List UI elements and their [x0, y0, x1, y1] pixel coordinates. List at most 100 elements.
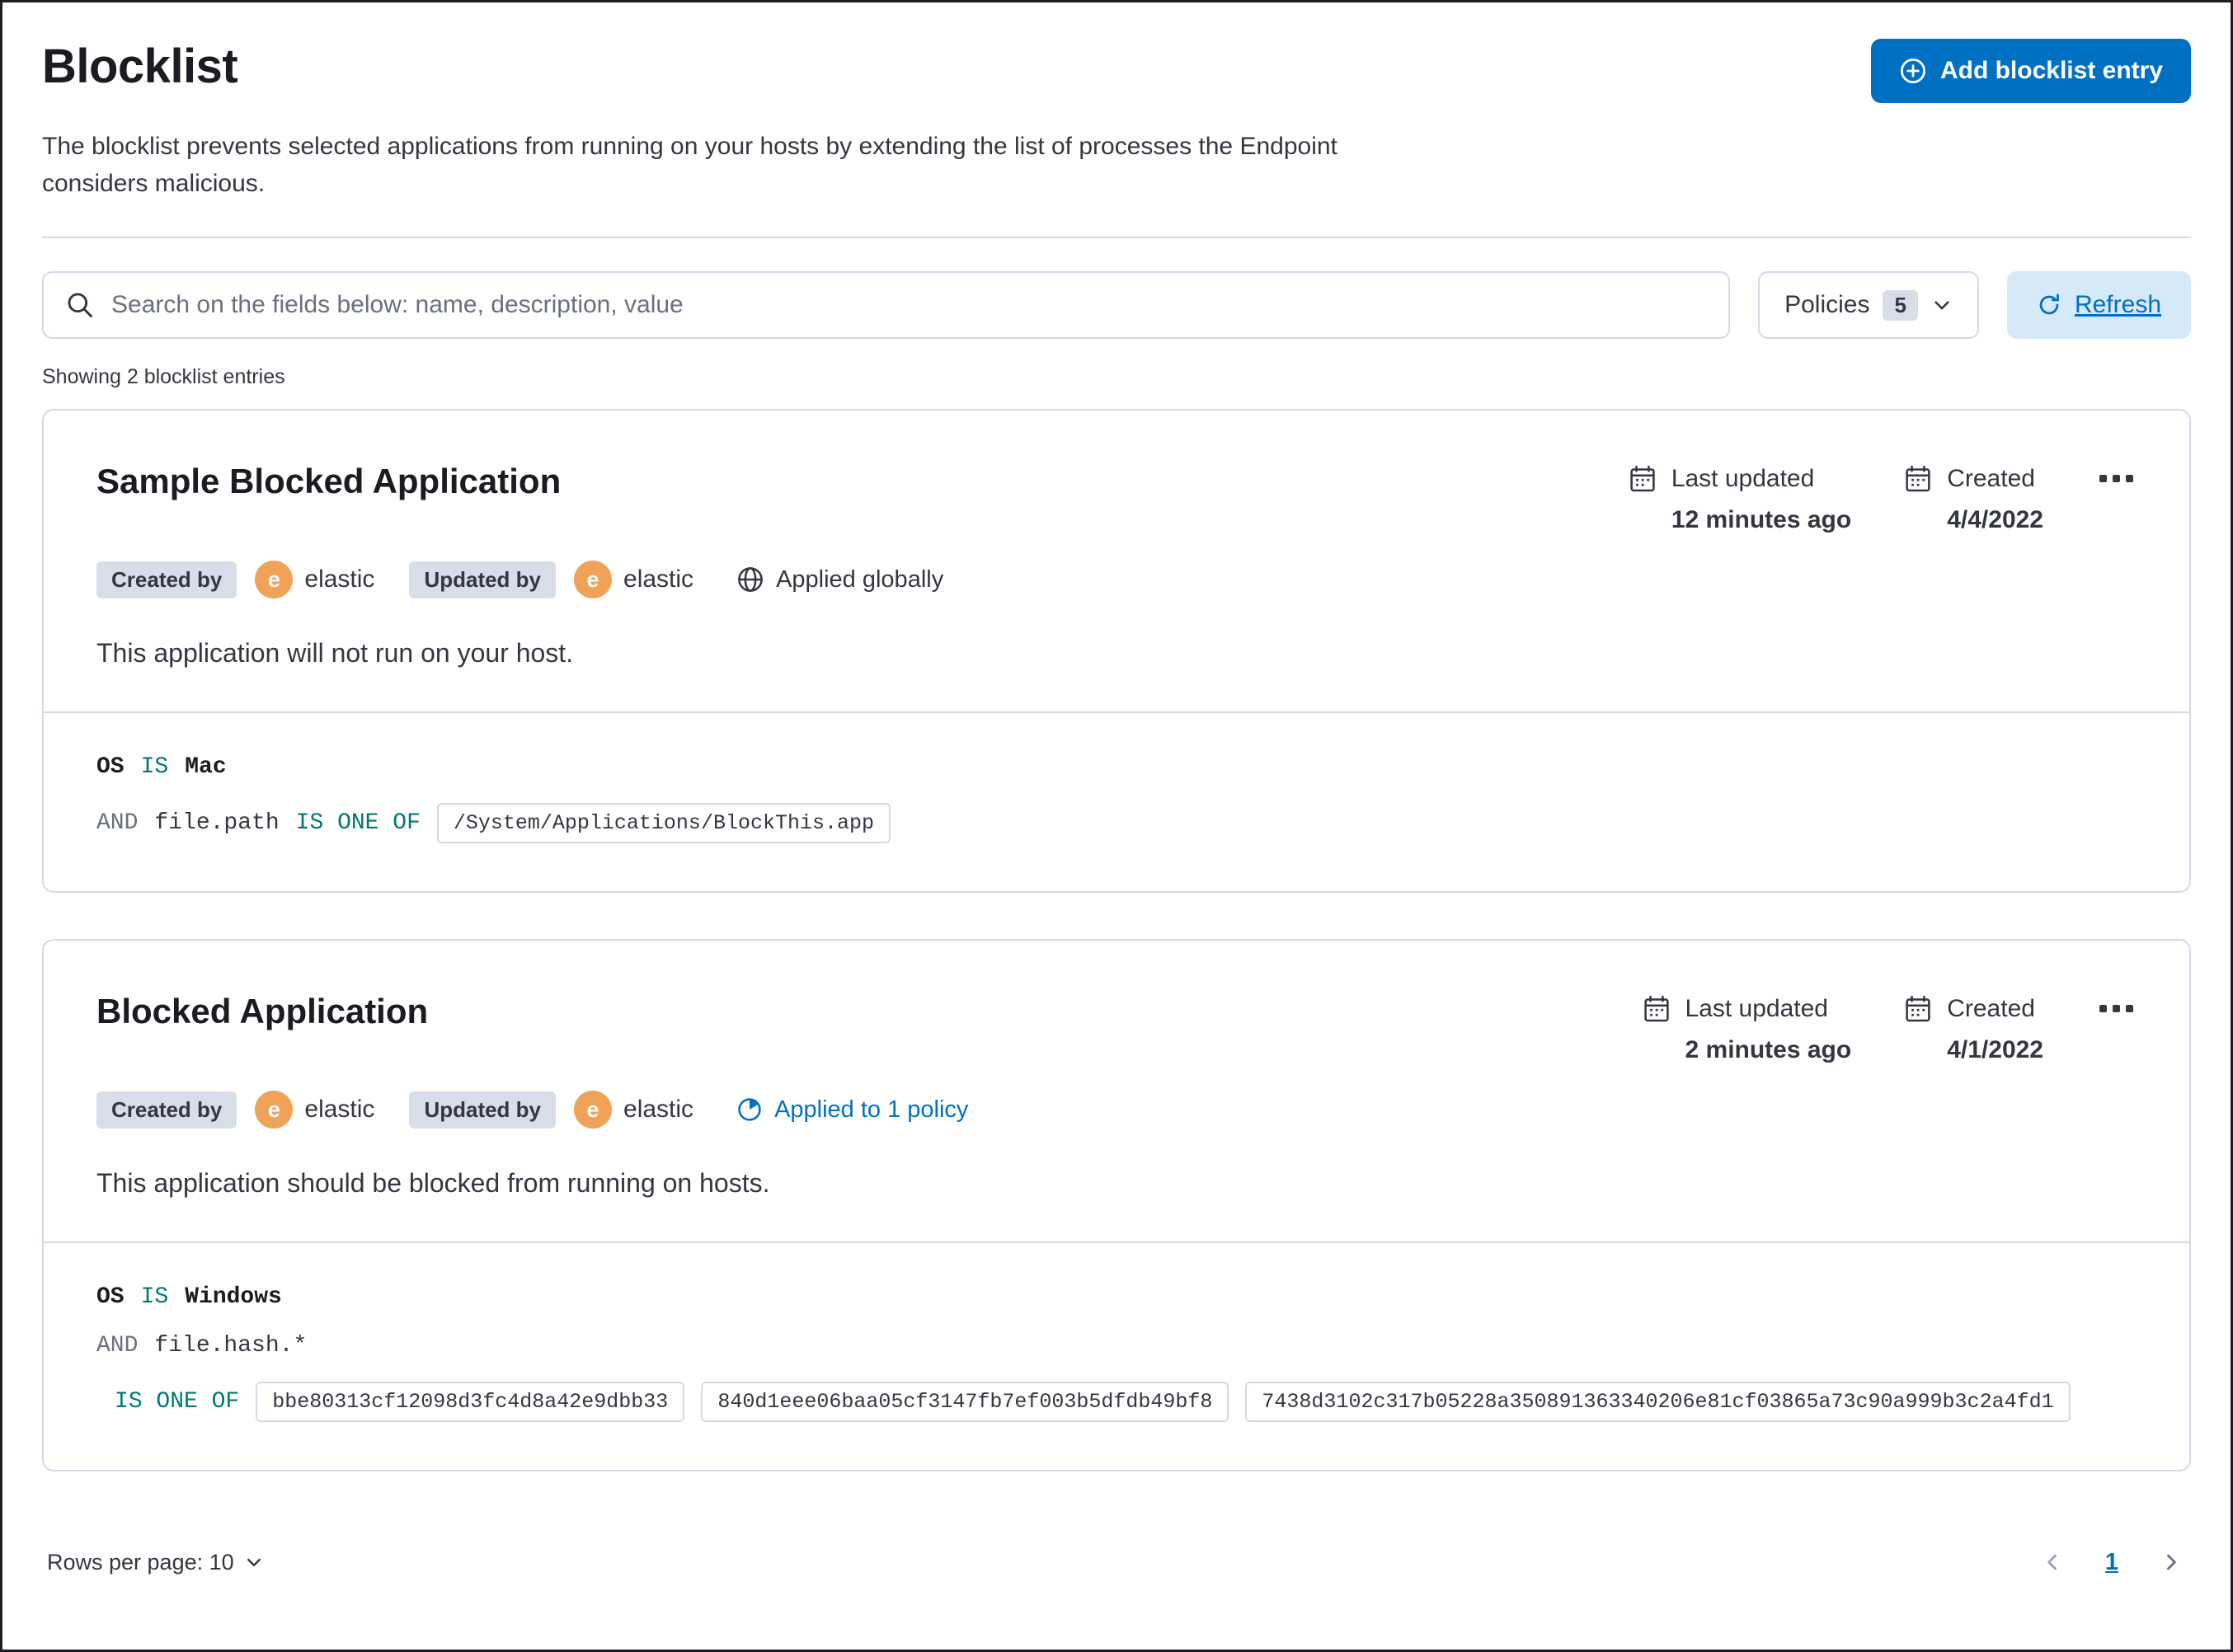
chevron-right-icon[interactable] [2156, 1547, 2186, 1577]
search-box[interactable] [42, 271, 1731, 339]
scope-global: Applied globally [736, 566, 943, 594]
criteria-operator: IS [140, 754, 169, 780]
criteria-field: OS [96, 754, 125, 780]
scope-label: Applied globally [776, 566, 944, 593]
toolbar: Policies 5 Refresh [42, 271, 2191, 339]
entry-actions-menu-button[interactable] [2096, 995, 2137, 1022]
policies-label: Policies [1784, 291, 1870, 318]
plus-in-circle-icon [1899, 57, 1927, 85]
chevron-left-icon[interactable] [2038, 1547, 2067, 1577]
rows-per-page-label: Rows per page: 10 [47, 1549, 234, 1575]
created-by-badge: Created by [96, 561, 237, 598]
avatar: e [255, 1091, 294, 1129]
created-block: Created 4/1/2022 [1904, 995, 2043, 1064]
last-updated-label: Last updated [1671, 465, 1815, 492]
scope-policy-link[interactable]: Applied to 1 policy [736, 1096, 968, 1124]
criteria-operator: IS [140, 1284, 169, 1310]
criteria-operator: IS ONE OF [295, 810, 421, 836]
ellipsis-icon [2099, 475, 2107, 482]
magnifier-icon [65, 290, 95, 320]
criteria-conjunction: AND [96, 810, 139, 836]
avatar: e [574, 1091, 613, 1129]
entry-title: Sample Blocked Application [96, 462, 562, 500]
add-button-label: Add blocklist entry [1939, 57, 2163, 84]
entry-attribution: Created by e elastic Updated by e elasti… [96, 1091, 2137, 1129]
entry-meta: Last updated 2 minutes ago Created 4/1/2… [1643, 992, 2137, 1064]
created-by-user: elastic [304, 1096, 375, 1123]
criteria-field: file.path [154, 810, 280, 836]
partial-circle-icon [736, 1096, 763, 1123]
page-description: The blocklist prevents selected applicat… [42, 133, 1337, 197]
criteria-line: IS ONE OF bbe80313cf12098d3fc4d8a42e9dbb… [96, 1382, 2137, 1422]
created-by-badge: Created by [96, 1091, 237, 1129]
created-label: Created [1947, 995, 2035, 1022]
refresh-icon [2037, 293, 2061, 317]
ellipsis-icon [2113, 1005, 2120, 1012]
created-block: Created 4/4/2022 [1904, 465, 2043, 534]
updated-by-user: elastic [623, 1096, 694, 1123]
entry-meta: Last updated 12 minutes ago Created 4/4/… [1629, 462, 2137, 534]
entry-criteria: OS IS Windows AND file.hash.* IS ONE OF … [44, 1241, 2189, 1470]
blocklist-page: Blocklist Add blocklist entry The blockl… [0, 0, 2233, 1652]
criteria-value-chip: /System/Applications/BlockThis.app [436, 803, 891, 843]
created-value: 4/4/2022 [1947, 506, 2043, 533]
page-number[interactable]: 1 [2105, 1549, 2118, 1576]
calendar-icon [1904, 465, 1932, 493]
created-value: 4/1/2022 [1947, 1036, 2043, 1063]
created-by-user: elastic [304, 566, 375, 593]
policies-filter-button[interactable]: Policies 5 [1758, 271, 1979, 339]
entry-description: This application will not run on your ho… [96, 638, 574, 668]
rows-per-page-button[interactable]: Rows per page: 10 [47, 1550, 264, 1575]
ellipsis-icon [2126, 475, 2133, 482]
blocklist-entry-card: Sample Blocked Application Last updated … [42, 409, 2191, 893]
criteria-line: OS IS Windows [96, 1284, 2137, 1310]
criteria-line: OS IS Mac [96, 754, 2137, 780]
ellipsis-icon [2126, 1005, 2133, 1012]
criteria-field: file.hash.* [154, 1333, 308, 1359]
updated-by-badge: Updated by [409, 1091, 557, 1129]
criteria-value: Windows [185, 1284, 282, 1310]
updated-by-user: elastic [623, 566, 694, 593]
criteria-line: AND file.path IS ONE OF /System/Applicat… [96, 803, 2137, 843]
avatar: e [574, 561, 613, 598]
criteria-line: AND file.hash.* [96, 1333, 2137, 1359]
entry-criteria: OS IS Mac AND file.path IS ONE OF /Syste… [44, 711, 2189, 891]
entry-actions-menu-button[interactable] [2096, 465, 2137, 492]
add-blocklist-entry-button[interactable]: Add blocklist entry [1870, 39, 2191, 103]
ellipsis-icon [2113, 475, 2120, 482]
refresh-label: Refresh [2074, 291, 2161, 318]
avatar: e [255, 561, 294, 598]
last-updated-label: Last updated [1685, 995, 1828, 1022]
policies-count-badge: 5 [1883, 289, 1918, 321]
criteria-operator: IS ONE OF [115, 1389, 240, 1415]
results-count: Showing 2 blocklist entries [42, 365, 285, 388]
chevron-down-icon [244, 1552, 264, 1572]
search-input[interactable] [111, 291, 1708, 319]
chevron-down-icon [1931, 294, 1953, 316]
entry-attribution: Created by e elastic Updated by e elasti… [96, 561, 2137, 598]
entry-title: Blocked Application [96, 992, 429, 1030]
criteria-value: Mac [185, 754, 227, 780]
last-updated-block: Last updated 12 minutes ago [1629, 465, 1851, 534]
calendar-icon [1904, 995, 1932, 1023]
criteria-value-chip: bbe80313cf12098d3fc4d8a42e9dbb33 [256, 1382, 685, 1422]
page-header: Blocklist Add blocklist entry [42, 39, 2191, 103]
ellipsis-icon [2099, 1005, 2107, 1012]
scope-label: Applied to 1 policy [774, 1096, 969, 1123]
updated-by-badge: Updated by [409, 561, 557, 598]
criteria-field: OS [96, 1284, 125, 1310]
created-label: Created [1947, 465, 2035, 492]
calendar-icon [1629, 465, 1657, 493]
refresh-button[interactable]: Refresh [2006, 271, 2191, 339]
criteria-value-chip: 840d1eee06baa05cf3147fb7ef003b5dfdb49bf8 [701, 1382, 1229, 1422]
pagination: 1 [2038, 1547, 2186, 1577]
entry-description: This application should be blocked from … [96, 1168, 770, 1198]
last-updated-block: Last updated 2 minutes ago [1643, 995, 1852, 1064]
criteria-conjunction: AND [96, 1333, 139, 1359]
globe-icon [736, 566, 764, 594]
last-updated-value: 2 minutes ago [1685, 1036, 1852, 1063]
last-updated-value: 12 minutes ago [1671, 506, 1852, 533]
header-divider [42, 237, 2191, 238]
table-footer: Rows per page: 10 1 [42, 1547, 2191, 1617]
criteria-value-chip: 7438d3102c317b05228a350891363340206e81cf… [1245, 1382, 2071, 1422]
